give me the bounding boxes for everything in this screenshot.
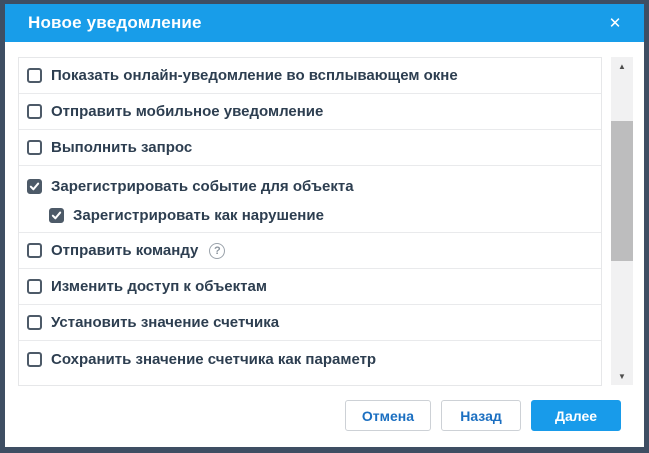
checkbox-unchecked[interactable]	[27, 68, 42, 83]
checkbox-line: Сохранить значение счетчика как параметр	[27, 345, 601, 374]
list-item: Отправить мобильное уведомление	[19, 94, 601, 130]
checkbox-unchecked[interactable]	[27, 140, 42, 155]
checkbox-line: Установить значение счетчика	[27, 308, 601, 337]
checkbox-unchecked[interactable]	[27, 279, 42, 294]
dialog-header: Новое уведомление ✕	[5, 4, 644, 42]
close-button[interactable]: ✕	[602, 10, 628, 36]
dialog-title: Новое уведомление	[28, 13, 202, 33]
checkbox-label[interactable]: Изменить доступ к объектам	[51, 278, 267, 295]
checkbox-unchecked[interactable]	[27, 352, 42, 367]
checkbox-line: Изменить доступ к объектам	[27, 272, 601, 301]
checkbox-line: Зарегистрировать событие для объекта	[27, 172, 601, 201]
checkbox-label[interactable]: Отправить мобильное уведомление	[51, 103, 323, 120]
checkbox-unchecked[interactable]	[27, 104, 42, 119]
list-item: Изменить доступ к объектам	[19, 269, 601, 305]
scrollbar-down-button[interactable]: ▼	[611, 368, 633, 384]
checkbox-unchecked[interactable]	[27, 315, 42, 330]
checkbox-label[interactable]: Выполнить запрос	[51, 139, 192, 156]
list-item: Зарегистрировать событие для объекта Заре…	[19, 166, 601, 233]
help-icon[interactable]: ?	[209, 243, 225, 259]
list-item: Показать онлайн-уведомление во всплывающ…	[19, 58, 601, 94]
checkbox-line: Зарегистрировать как нарушение	[27, 201, 601, 230]
back-button[interactable]: Назад	[441, 400, 521, 431]
scrollbar-gap	[602, 57, 611, 386]
checkbox-line: Отправить команду?	[27, 236, 601, 265]
checkbox-label[interactable]: Сохранить значение счетчика как параметр	[51, 351, 376, 368]
dialog-body: Показать онлайн-уведомление во всплывающ…	[5, 42, 644, 447]
scrollbar-up-button[interactable]: ▲	[611, 58, 633, 74]
checkbox-checked[interactable]	[27, 179, 42, 194]
actions-list-area: Показать онлайн-уведомление во всплывающ…	[18, 57, 633, 386]
list-item: Отправить команду?	[19, 233, 601, 269]
scrollbar[interactable]: ▲ ▼	[611, 57, 633, 385]
checkbox-label[interactable]: Показать онлайн-уведомление во всплывающ…	[51, 67, 458, 84]
checkbox-label[interactable]: Отправить команду	[51, 242, 198, 259]
next-button[interactable]: Далее	[531, 400, 621, 431]
checkbox-label[interactable]: Зарегистрировать событие для объекта	[51, 178, 354, 195]
dialog-footer: Отмена Назад Далее	[18, 386, 633, 447]
list-item: Выполнить запрос	[19, 130, 601, 166]
checkbox-line: Выполнить запрос	[27, 133, 601, 162]
checkbox-unchecked[interactable]	[27, 243, 42, 258]
actions-list: Показать онлайн-уведомление во всплывающ…	[18, 57, 602, 386]
checkbox-label[interactable]: Установить значение счетчика	[51, 314, 279, 331]
checkbox-checked[interactable]	[49, 208, 64, 223]
list-item: Установить значение счетчика	[19, 305, 601, 341]
checkbox-line: Отправить мобильное уведомление	[27, 97, 601, 126]
notification-dialog: Новое уведомление ✕ Показать онлайн-увед…	[0, 0, 649, 453]
close-icon: ✕	[609, 14, 622, 32]
checkbox-label[interactable]: Зарегистрировать как нарушение	[73, 207, 324, 224]
checkbox-line: Показать онлайн-уведомление во всплывающ…	[27, 61, 601, 90]
list-item: Сохранить значение счетчика как параметр	[19, 341, 601, 377]
scrollbar-thumb[interactable]	[611, 121, 633, 261]
cancel-button[interactable]: Отмена	[345, 400, 431, 431]
